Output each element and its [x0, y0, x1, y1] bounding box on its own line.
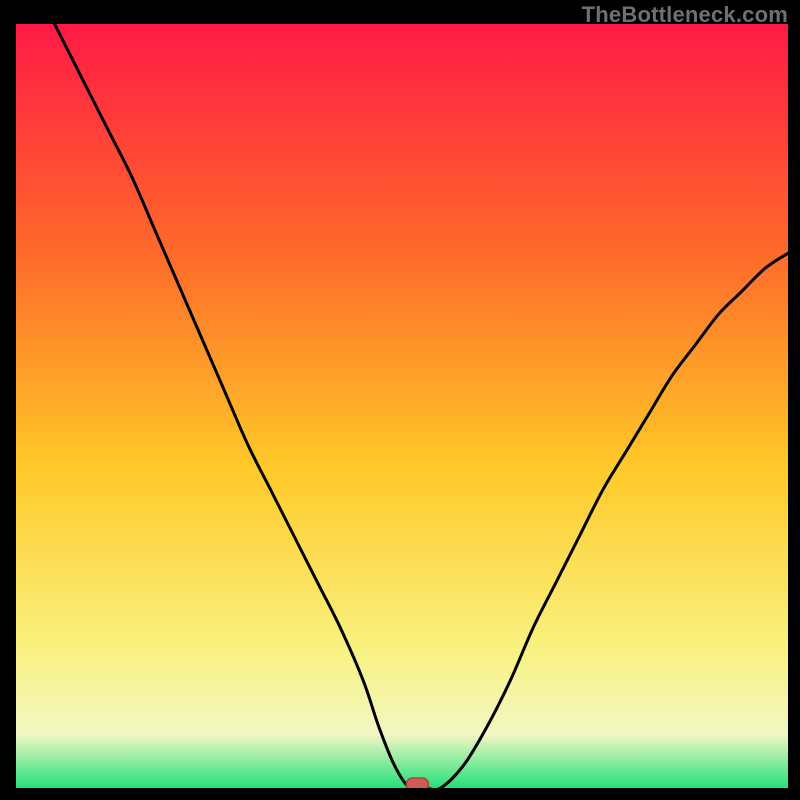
minimum-marker — [406, 778, 428, 788]
gradient-background — [16, 24, 788, 788]
bottleneck-chart — [16, 24, 788, 788]
watermark-text: TheBottleneck.com — [582, 2, 788, 28]
chart-frame: TheBottleneck.com — [0, 0, 800, 800]
